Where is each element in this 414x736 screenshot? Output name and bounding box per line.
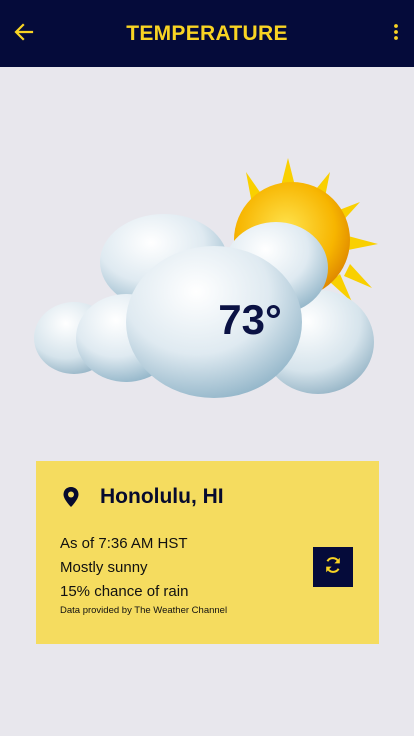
condition-text: Mostly sunny [60, 559, 148, 576]
location-pin-icon [60, 486, 82, 508]
data-attribution: Data provided by The Weather Channel [60, 605, 228, 616]
app-bar: TEMPERATURE [0, 0, 414, 67]
rain-chance: 15% chance of rain [60, 583, 189, 600]
back-button[interactable] [12, 22, 36, 46]
location-row: Honolulu, HI [60, 485, 224, 509]
location-name: Honolulu, HI [100, 485, 224, 508]
weather-card: Honolulu, HI As of 7:36 AM HST Mostly su… [36, 461, 379, 644]
overflow-menu-button[interactable] [384, 22, 408, 46]
more-vert-icon [393, 23, 399, 46]
page-title: TEMPERATURE [126, 21, 288, 45]
refresh-icon [323, 555, 343, 580]
refresh-button[interactable] [313, 547, 353, 587]
weather-hero: 73° [30, 150, 390, 410]
observation-time: As of 7:36 AM HST [60, 535, 188, 552]
partly-cloudy-icon [34, 158, 378, 398]
arrow-left-icon [14, 22, 34, 47]
temperature-value: 73° [218, 296, 282, 343]
